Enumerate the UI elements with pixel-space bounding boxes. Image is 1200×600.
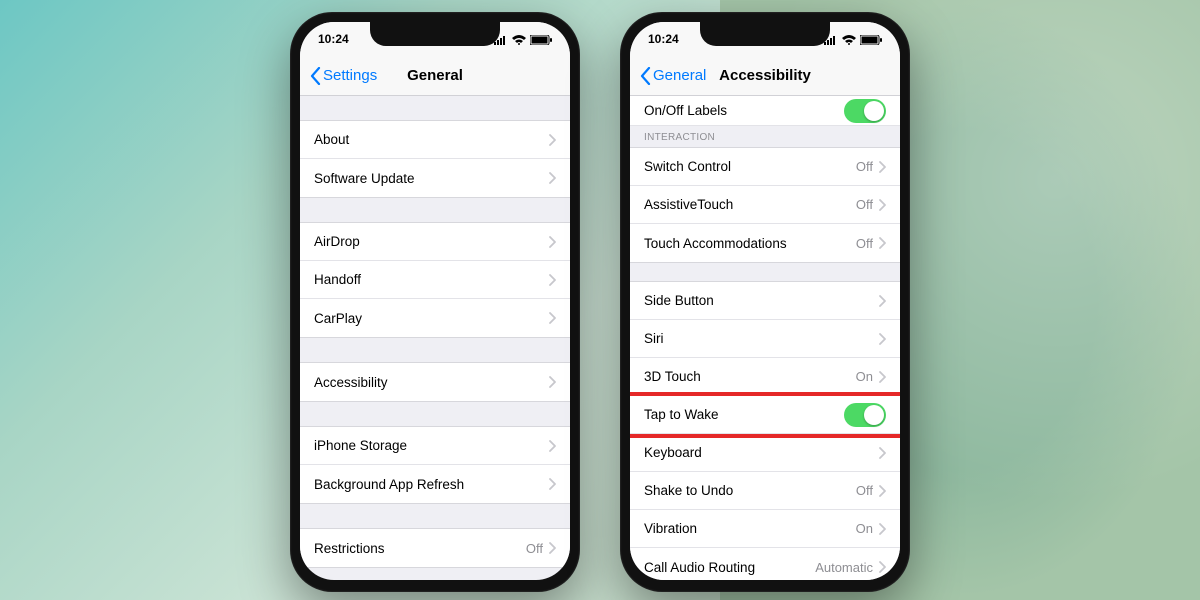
row-label: Restrictions bbox=[314, 541, 385, 556]
row-label: Shake to Undo bbox=[644, 483, 733, 498]
wifi-icon bbox=[512, 32, 526, 46]
chevron-right-icon bbox=[549, 542, 556, 554]
row-label: Background App Refresh bbox=[314, 477, 464, 492]
row-label: 3D Touch bbox=[644, 369, 701, 384]
chevron-right-icon bbox=[549, 172, 556, 184]
row-p2b-0[interactable]: Side Button bbox=[630, 282, 900, 320]
chevron-right-icon bbox=[879, 371, 886, 383]
row-p2a-0[interactable]: Switch Control Off bbox=[630, 148, 900, 186]
row-label: On/Off Labels bbox=[644, 103, 727, 118]
chevron-right-icon bbox=[549, 134, 556, 146]
row-label: About bbox=[314, 132, 349, 147]
settings-list[interactable]: About Software Update AirDrop Handoff CarPla… bbox=[300, 96, 570, 580]
phone-frame-left: 10:24 Settings General About Software Upd… bbox=[290, 12, 580, 592]
row-label: AssistiveTouch bbox=[644, 197, 733, 212]
chevron-right-icon bbox=[879, 333, 886, 345]
chevron-right-icon bbox=[879, 447, 886, 459]
row-value: Automatic bbox=[815, 560, 873, 575]
row-p2a-2[interactable]: Touch Accommodations Off bbox=[630, 224, 900, 262]
row-label: Side Button bbox=[644, 293, 714, 308]
status-time: 10:24 bbox=[318, 32, 349, 46]
row-p2b-5[interactable]: Shake to Undo Off bbox=[630, 472, 900, 510]
row-p2b-7[interactable]: Call Audio Routing Automatic bbox=[630, 548, 900, 580]
back-button[interactable]: General bbox=[640, 67, 706, 85]
toggle-switch[interactable] bbox=[844, 403, 886, 427]
row-value: Off bbox=[856, 197, 873, 212]
battery-icon bbox=[530, 32, 552, 46]
toggle-switch[interactable] bbox=[844, 99, 886, 123]
row-p1-3-0[interactable]: iPhone Storage bbox=[300, 427, 570, 465]
status-time: 10:24 bbox=[648, 32, 679, 46]
row-label: Handoff bbox=[314, 272, 361, 287]
chevron-right-icon bbox=[879, 523, 886, 535]
row-label: Siri bbox=[644, 331, 664, 346]
chevron-right-icon bbox=[549, 440, 556, 452]
wifi-icon bbox=[842, 32, 856, 46]
back-label: Settings bbox=[323, 67, 377, 84]
row-p1-2-0[interactable]: Accessibility bbox=[300, 363, 570, 401]
nav-bar: Settings General bbox=[300, 56, 570, 96]
row-value: Off bbox=[526, 541, 543, 556]
row-value: Off bbox=[856, 236, 873, 251]
section-header-interaction: INTERACTION bbox=[630, 126, 900, 147]
row-p2b-6[interactable]: Vibration On bbox=[630, 510, 900, 548]
row-p1-1-0[interactable]: AirDrop bbox=[300, 223, 570, 261]
row-p2a-1[interactable]: AssistiveTouch Off bbox=[630, 186, 900, 224]
row-p2b-4[interactable]: Keyboard bbox=[630, 434, 900, 472]
row-label: Touch Accommodations bbox=[644, 236, 787, 251]
row-label: Call Audio Routing bbox=[644, 560, 755, 575]
chevron-right-icon bbox=[549, 478, 556, 490]
row-value: On bbox=[856, 521, 873, 536]
chevron-right-icon bbox=[879, 561, 886, 573]
row-value: Off bbox=[856, 483, 873, 498]
chevron-right-icon bbox=[549, 274, 556, 286]
chevron-right-icon bbox=[549, 376, 556, 388]
chevron-right-icon bbox=[549, 312, 556, 324]
row-label: Switch Control bbox=[644, 159, 731, 174]
chevron-right-icon bbox=[879, 295, 886, 307]
row-label: Tap to Wake bbox=[644, 407, 719, 422]
chevron-right-icon bbox=[549, 236, 556, 248]
row-p1-4-0[interactable]: Restrictions Off bbox=[300, 529, 570, 567]
chevron-right-icon bbox=[879, 237, 886, 249]
row-label: Vibration bbox=[644, 521, 697, 536]
row-p2b-2[interactable]: 3D Touch On bbox=[630, 358, 900, 396]
chevron-right-icon bbox=[879, 485, 886, 497]
row-p2b-3[interactable]: Tap to Wake bbox=[630, 396, 900, 434]
chevron-left-icon bbox=[310, 67, 321, 85]
row-p1-1-2[interactable]: CarPlay bbox=[300, 299, 570, 337]
row-label: CarPlay bbox=[314, 311, 362, 326]
back-button[interactable]: Settings bbox=[310, 67, 377, 85]
row-p1-0-0[interactable]: About bbox=[300, 121, 570, 159]
battery-icon bbox=[860, 32, 882, 46]
phone-frame-right: 10:24 General Accessibility On/Off Label… bbox=[620, 12, 910, 592]
notch bbox=[370, 22, 500, 46]
row-label: Accessibility bbox=[314, 375, 388, 390]
row-p1-0-1[interactable]: Software Update bbox=[300, 159, 570, 197]
back-label: General bbox=[653, 67, 706, 84]
nav-bar: General Accessibility bbox=[630, 56, 900, 96]
row-p1-3-1[interactable]: Background App Refresh bbox=[300, 465, 570, 503]
row-label: AirDrop bbox=[314, 234, 360, 249]
row-label: Keyboard bbox=[644, 445, 702, 460]
row-p1-1-1[interactable]: Handoff bbox=[300, 261, 570, 299]
row-label: Software Update bbox=[314, 171, 415, 186]
chevron-right-icon bbox=[879, 161, 886, 173]
row-value: Off bbox=[856, 159, 873, 174]
chevron-left-icon bbox=[640, 67, 651, 85]
accessibility-list[interactable]: On/Off Labels INTERACTION Switch Control Of… bbox=[630, 96, 900, 580]
row-value: On bbox=[856, 369, 873, 384]
row-p2b-1[interactable]: Siri bbox=[630, 320, 900, 358]
notch bbox=[700, 22, 830, 46]
row-label: iPhone Storage bbox=[314, 438, 407, 453]
chevron-right-icon bbox=[879, 199, 886, 211]
row-onoff-labels[interactable]: On/Off Labels bbox=[630, 96, 900, 126]
